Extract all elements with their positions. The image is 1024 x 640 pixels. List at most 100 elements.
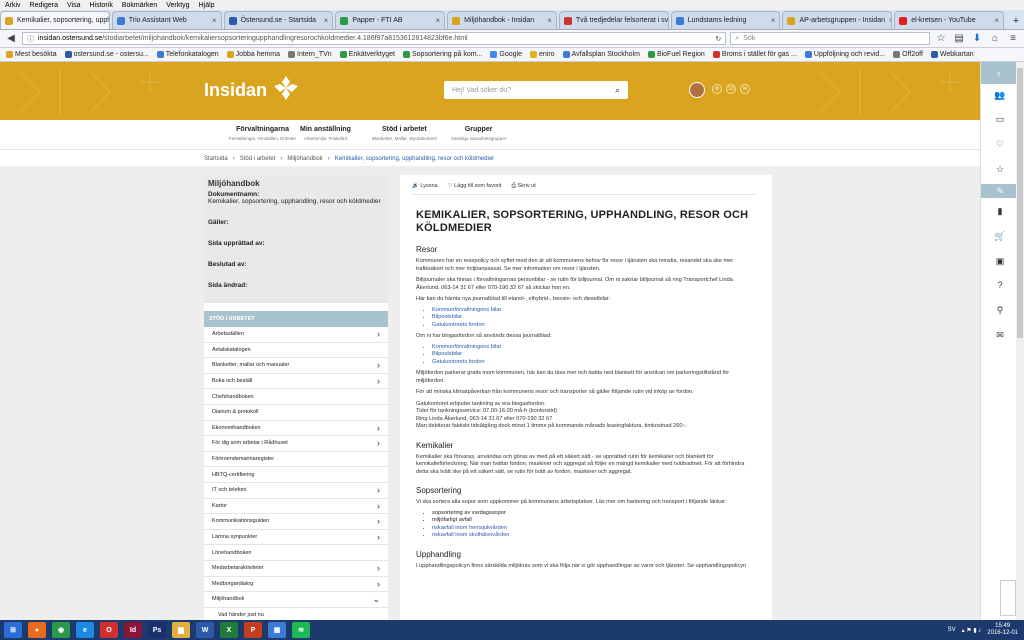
sidebar-item[interactable]: Vad händer just nu: [204, 608, 388, 620]
cart-icon[interactable]: 🛒: [993, 229, 1007, 243]
sidebar-item[interactable]: Miljöhandbok ⌄: [204, 592, 388, 608]
close-icon[interactable]: ×: [212, 16, 217, 25]
browser-tab[interactable]: Miljöhandbok - Insidan ×: [447, 11, 557, 29]
chevron-right-icon[interactable]: ›: [377, 423, 380, 433]
language-indicator[interactable]: SV: [948, 627, 956, 633]
word-icon[interactable]: W: [196, 622, 214, 638]
chrome-icon[interactable]: ◉: [52, 622, 70, 638]
bookmark-item[interactable]: Avfallsplan Stockholm: [562, 51, 640, 58]
list-item[interactable]: riskavfall inom skolhälsovården: [432, 532, 756, 540]
browser-tab[interactable]: Östersund.se - Startsida ×: [223, 11, 334, 29]
sidebar-item[interactable]: Avtalskatalogen: [204, 343, 388, 359]
chevron-right-icon[interactable]: ›: [377, 360, 380, 370]
close-icon[interactable]: ×: [889, 16, 891, 25]
main-nav-item[interactable]: Min anställning Arbetsmiljö, Friskvård: [300, 126, 351, 141]
menu-item[interactable]: Redigera: [30, 2, 58, 9]
browser-tab[interactable]: Papper - FTI AB ×: [335, 11, 446, 29]
sidebar-item[interactable]: Förtroendemannaregister: [204, 452, 388, 468]
heart-icon[interactable]: ♡: [993, 137, 1007, 151]
sidebar-item[interactable]: Arbetsställen ›: [204, 327, 388, 343]
list-item[interactable]: Gatukontorets fordon: [432, 322, 756, 330]
sidebar-item[interactable]: Medarbetaraktiviteter ›: [204, 561, 388, 577]
menu-item[interactable]: Arkiv: [5, 2, 21, 9]
browser-search-input[interactable]: ⌕ Sök: [730, 32, 931, 45]
bookmark-item[interactable]: Broms i stället för gas ...: [712, 51, 797, 58]
close-icon[interactable]: ×: [994, 16, 999, 25]
indesign-icon[interactable]: Id: [124, 622, 142, 638]
browser-tab[interactable]: el-kretsen - YouTube ×: [894, 11, 1005, 29]
sidebar-item[interactable]: Blanketter, mallar och manualer ›: [204, 358, 388, 374]
clipboard-icon[interactable]: ▤: [952, 32, 966, 46]
site-logo[interactable]: Insidan: [204, 80, 267, 101]
bookmark-item[interactable]: Webkartan: [930, 51, 974, 58]
chat-icon[interactable]: ✉: [740, 84, 750, 94]
clock[interactable]: 15:49 2016-12-01: [987, 623, 1018, 637]
main-nav-item[interactable]: Stöd i arbetet Blanketter, Mallar, Styrdo…: [372, 126, 437, 141]
powerpoint-icon[interactable]: P: [244, 622, 262, 638]
spotify-icon[interactable]: ≋: [292, 622, 310, 638]
browser-tab[interactable]: Trio Assistant Web ×: [111, 11, 222, 29]
close-icon[interactable]: ×: [435, 16, 440, 25]
chevron-right-icon[interactable]: ›: [377, 376, 380, 386]
briefcase-icon[interactable]: ▣: [993, 254, 1007, 268]
menu-icon[interactable]: ≡: [1006, 32, 1020, 46]
listen-button[interactable]: 🔊 Lyssna: [412, 183, 438, 190]
close-icon[interactable]: ×: [324, 16, 329, 25]
star-icon[interactable]: ☆: [993, 162, 1007, 176]
chevron-right-icon[interactable]: ›: [377, 501, 380, 511]
sidebar-item[interactable]: Kartor ›: [204, 499, 388, 515]
help-icon[interactable]: ?: [993, 278, 1007, 292]
bookmark-item[interactable]: Google: [490, 51, 522, 58]
chevron-right-icon[interactable]: ›: [377, 532, 380, 542]
list-item[interactable]: Gatukontorets fordon: [432, 359, 756, 367]
list-item[interactable]: riskavfall inom hemsjukvården: [432, 525, 756, 533]
settings-icon[interactable]: ⚙: [712, 84, 722, 94]
main-nav-item[interactable]: Grupper Samtliga samarbetsgrupper: [451, 126, 506, 141]
list-item[interactable]: Bilpoolsbilar: [432, 314, 756, 322]
print-button[interactable]: ⎙ Skriv ut: [511, 183, 535, 190]
search-icon[interactable]: ⌕: [615, 85, 620, 96]
list-item[interactable]: Kommunförvaltningens bilar: [432, 344, 756, 352]
breadcrumb-item[interactable]: Stöd i arbetet: [240, 156, 276, 162]
chevron-right-icon[interactable]: ›: [377, 579, 380, 589]
close-icon[interactable]: ×: [547, 16, 552, 25]
favorite-button[interactable]: ♡ Lägg till som favorit: [448, 183, 502, 190]
new-tab-icon[interactable]: +: [1008, 13, 1024, 29]
chevron-right-icon[interactable]: ›: [377, 438, 380, 448]
sidebar-item[interactable]: Lönehandboken: [204, 545, 388, 561]
firefox-icon[interactable]: ●: [28, 622, 46, 638]
breadcrumb-item[interactable]: Startsida: [204, 156, 228, 162]
sidebar-item[interactable]: Lämna synpunkter ›: [204, 530, 388, 546]
bookmark-item[interactable]: ostersund.se - ostersu...: [64, 51, 149, 58]
excel-icon[interactable]: X: [220, 622, 238, 638]
bookmark-item[interactable]: BioFuel Region: [647, 51, 705, 58]
bookmark-item[interactable]: eniro: [530, 51, 555, 58]
inbox-icon[interactable]: ▭: [993, 112, 1007, 126]
back-icon[interactable]: ◀: [4, 32, 18, 46]
url-bar[interactable]: ⓘ insidan.ostersund.se/stodiarbetet/milj…: [21, 32, 727, 45]
sidebar-item[interactable]: Kommunikationsguiden ›: [204, 514, 388, 530]
list-item[interactable]: Kommunförvaltningens bilar: [432, 307, 756, 315]
start-icon[interactable]: ⊞: [4, 622, 22, 638]
sidebar-item[interactable]: Medborgardialog ›: [204, 577, 388, 593]
sidebar-item[interactable]: Ekonomihandboken ›: [204, 421, 388, 437]
bookmark-item[interactable]: Off2off: [893, 51, 923, 58]
chevron-right-icon[interactable]: ›: [377, 329, 380, 339]
side-widget[interactable]: [1000, 580, 1016, 616]
star-icon[interactable]: ☆: [934, 32, 948, 46]
tray-icons[interactable]: ▴ ⚑ ▮ ♪: [962, 627, 982, 634]
chevron-down-icon[interactable]: ⌄: [372, 594, 380, 605]
opera-icon[interactable]: O: [100, 622, 118, 638]
chevron-right-icon[interactable]: ›: [377, 563, 380, 573]
sidebar-item[interactable]: Boka och beställ ›: [204, 374, 388, 390]
breadcrumb-item[interactable]: Kemikalier, sopsortering, upphandling, r…: [335, 156, 494, 162]
main-nav-item[interactable]: Förvaltningarna Förvaltningar, Omställen,…: [229, 126, 296, 141]
bookmark-item[interactable]: Jobba hemma: [226, 51, 280, 58]
scrollbar-thumb[interactable]: [1017, 68, 1023, 338]
bookmark-item[interactable]: Uppföljning och revid...: [804, 51, 885, 58]
collapse-chevron-icon[interactable]: ‹: [981, 62, 1017, 84]
list-item[interactable]: Bilpoolsbilar: [432, 351, 756, 359]
menu-item[interactable]: Verktyg: [166, 2, 189, 9]
sidebar-item[interactable]: För dig som arbetar i Rådhuset ›: [204, 436, 388, 452]
menu-item[interactable]: Hjälp: [199, 2, 215, 9]
